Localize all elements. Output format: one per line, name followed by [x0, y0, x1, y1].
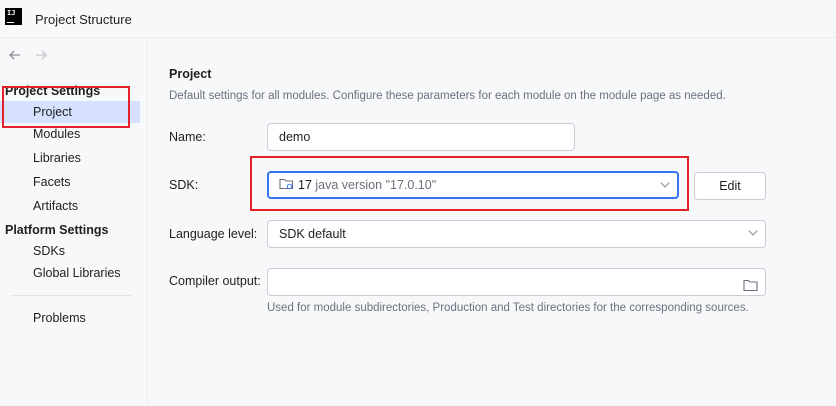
arrow-right-icon[interactable]	[33, 47, 49, 63]
name-field[interactable]: demo	[267, 123, 575, 151]
annotation-highlight-sdk	[250, 156, 689, 211]
sidebar-divider	[10, 295, 132, 296]
sidebar-item-sdks[interactable]: SDKs	[0, 240, 140, 262]
compiler-output-label: Compiler output:	[169, 274, 261, 288]
page-title: Project	[169, 67, 212, 81]
sidebar-item-label: Modules	[33, 127, 81, 141]
title-bar: IJ Project Structure	[0, 0, 836, 38]
compiler-output-field[interactable]	[267, 268, 766, 296]
page-description: Default settings for all modules. Config…	[169, 90, 726, 102]
language-level-dropdown[interactable]: SDK default	[267, 220, 766, 248]
chevron-down-icon	[748, 226, 758, 236]
intellij-logo-icon: IJ	[5, 8, 22, 25]
platform-settings-heading: Platform Settings	[5, 223, 109, 237]
arrow-left-icon[interactable]	[7, 47, 23, 63]
annotation-highlight-project	[2, 86, 130, 128]
sidebar-item-problems[interactable]: Problems	[0, 307, 140, 329]
sidebar-item-artifacts[interactable]: Artifacts	[0, 195, 140, 217]
name-label: Name:	[169, 130, 206, 144]
sidebar-item-global-libraries[interactable]: Global Libraries	[0, 262, 140, 284]
browse-folder-icon[interactable]	[743, 275, 758, 301]
sidebar-item-label: Libraries	[33, 151, 81, 165]
sidebar-item-label: Problems	[33, 311, 86, 325]
sidebar-item-label: Artifacts	[33, 199, 79, 213]
sidebar-item-label: SDKs	[33, 244, 65, 258]
sidebar-item-libraries[interactable]: Libraries	[0, 147, 140, 169]
sidebar-item-label: Facets	[33, 175, 71, 189]
language-level-label: Language level:	[169, 227, 258, 241]
sdk-label: SDK:	[169, 178, 199, 192]
sidebar-item-label: Global Libraries	[33, 266, 121, 280]
window-title: Project Structure	[35, 12, 132, 27]
edit-button[interactable]: Edit	[694, 172, 766, 200]
compiler-output-hint: Used for module subdirectories, Producti…	[267, 302, 749, 314]
sidebar-item-facets[interactable]: Facets	[0, 171, 140, 193]
language-level-value: SDK default	[279, 227, 346, 241]
main-panel: Project Default settings for all modules…	[149, 39, 836, 406]
